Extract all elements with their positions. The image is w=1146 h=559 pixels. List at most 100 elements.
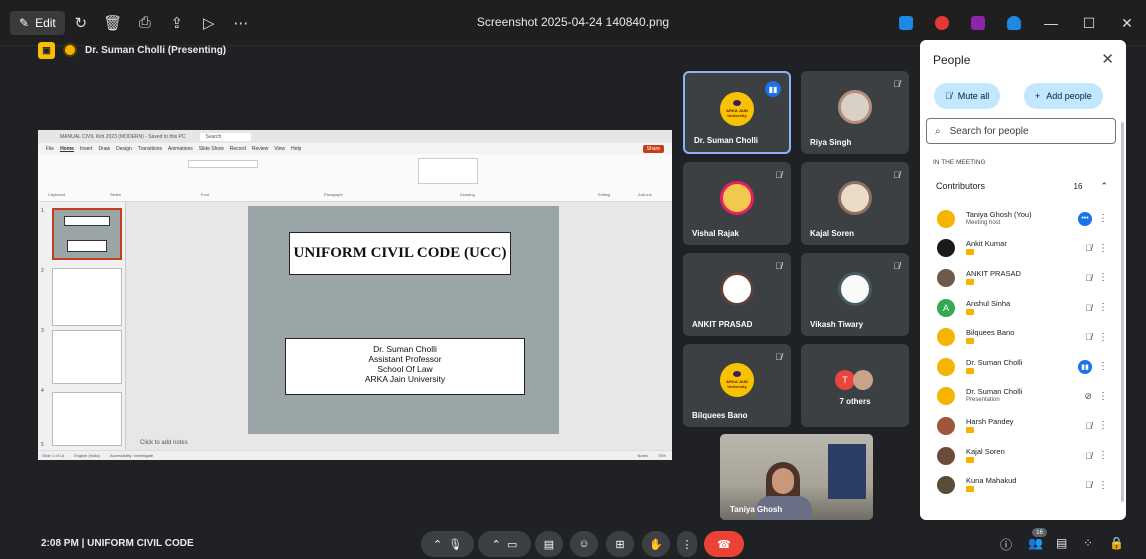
participant-name-block: ANKIT PRASAD: [966, 269, 1054, 287]
mic-off-icon[interactable]: 🎙̸: [1085, 303, 1092, 313]
participant-role: Meeting host: [966, 219, 1001, 226]
share-icon[interactable]: ⇪: [161, 9, 193, 37]
more-vert-icon[interactable]: ⋮: [1098, 332, 1108, 343]
close-icon[interactable]: ✕: [1101, 50, 1114, 68]
slide-line: School Of Law: [377, 364, 433, 374]
captions-button[interactable]: ▤: [535, 531, 563, 557]
app-icon-clipchamp[interactable]: [971, 16, 985, 30]
participant-tile[interactable]: 🎙̸ Kajal Soren: [801, 162, 909, 245]
participant-row[interactable]: Kajal Soren 🎙̸ ⋮: [926, 441, 1116, 471]
thumb-number: 3: [41, 328, 44, 334]
org-badge-icon: [966, 308, 974, 315]
participant-row[interactable]: A Anshul Sinha 🎙̸ ⋮: [926, 293, 1116, 323]
slideshow-icon[interactable]: ▷: [193, 9, 225, 37]
more-vert-icon[interactable]: ⋮: [1098, 213, 1108, 224]
participant-row[interactable]: Taniya Ghosh (You) Meeting host ••• ⋮: [926, 204, 1116, 234]
speaking-icon[interactable]: ▮▮: [1078, 359, 1092, 374]
participant-row[interactable]: Bilquees Bano 🎙̸ ⋮: [926, 322, 1116, 352]
camera-button[interactable]: ⌃ ▭: [478, 531, 531, 557]
org-badge-icon: [966, 456, 974, 463]
more-vert-icon[interactable]: ⋮: [1098, 480, 1108, 491]
mic-off-icon[interactable]: 🎙̸: [1085, 480, 1092, 490]
status-slide: Slide 1 of 14: [42, 453, 65, 458]
menu-record: Record: [229, 145, 246, 152]
mute-all-button[interactable]: 🎙̸ Mute all: [934, 83, 1001, 109]
others-tile[interactable]: T 7 others: [801, 344, 909, 427]
menu-transitions: Transitions: [137, 145, 163, 152]
end-call-button[interactable]: ☎: [704, 531, 744, 557]
participant-name: ANKIT PRASAD: [966, 268, 1021, 278]
group-label: Contributors: [936, 181, 986, 191]
more-vert-icon[interactable]: ⋮: [1098, 450, 1108, 461]
self-view[interactable]: Taniya Ghosh: [720, 434, 873, 520]
participant-tile[interactable]: 🎙̸ ARKA JAIN University Bilquees Bano: [683, 344, 791, 427]
more-vert-icon[interactable]: ⋮: [1098, 420, 1108, 431]
participant-tile[interactable]: 🎙̸ Riya Singh: [801, 71, 909, 154]
participant-name: Taniya Ghosh (You): [966, 209, 1032, 219]
edit-button[interactable]: ✎ Edit: [10, 10, 65, 35]
add-people-label: Add people: [1046, 91, 1092, 101]
mic-off-icon[interactable]: 🎙̸: [1085, 243, 1092, 253]
rotate-icon[interactable]: ↻: [65, 9, 97, 37]
scrollbar[interactable]: [1121, 122, 1124, 502]
participant-name-block: Ankit Kumar: [966, 239, 1054, 257]
delete-icon[interactable]: 🗑: [97, 9, 129, 37]
avatar: [838, 90, 872, 124]
participant-role: Presentation: [966, 397, 1000, 404]
chat-icon[interactable]: ▤: [1056, 536, 1067, 550]
people-icon[interactable]: 👥: [1028, 536, 1043, 550]
info-icon[interactable]: ⓘ: [1000, 536, 1012, 553]
more-dots-icon[interactable]: •••: [1078, 211, 1092, 226]
contributors-group[interactable]: Contributors 16 ⌃: [926, 175, 1116, 197]
more-vert-icon[interactable]: ⋮: [1098, 361, 1108, 372]
more-vert-icon[interactable]: ⋮: [1098, 302, 1108, 313]
participant-row[interactable]: Dr. Suman Cholli Presentation ⊘ ⋮: [926, 382, 1116, 412]
more-vert-icon[interactable]: ⋮: [1098, 391, 1108, 402]
present-screen-icon[interactable]: ▣: [38, 41, 55, 59]
participant-tile[interactable]: 🎙̸ ANKIT PRASAD: [683, 253, 791, 336]
ribbon-slides: Slides: [110, 192, 121, 197]
more-vert-icon[interactable]: ⋮: [1098, 272, 1108, 283]
participant-name: Kajal Soren: [966, 446, 1005, 456]
ribbon-drawing: Drawing: [460, 192, 475, 197]
participant-row[interactable]: ANKIT PRASAD 🎙̸ ⋮: [926, 263, 1116, 293]
participant-tile[interactable]: ▮▮ ARKA JAIN University Dr. Suman Cholli: [683, 71, 791, 154]
mic-button[interactable]: ⌃ 🎙: [421, 531, 474, 557]
app-icon-copilot[interactable]: [935, 16, 949, 30]
people-panel: People ✕ 🎙̸ Mute all + Add people ⌕ Sear…: [920, 40, 1126, 520]
emoji-button[interactable]: ☺: [570, 531, 598, 557]
host-controls-icon[interactable]: 🔒: [1109, 536, 1124, 550]
tile-name: Vikash Tiwary: [810, 320, 864, 329]
mic-off-icon[interactable]: 🎙̸: [1085, 273, 1092, 283]
print-icon[interactable]: ⎙: [129, 9, 161, 37]
present-button[interactable]: ⊞: [606, 531, 634, 557]
mic-off-icon[interactable]: 🎙̸: [1085, 421, 1092, 431]
slide-line: Assistant Professor: [368, 354, 442, 364]
raise-hand-button[interactable]: ✋: [642, 531, 670, 557]
people-search-input[interactable]: ⌕ Search for people: [926, 118, 1116, 144]
app-icon-photos[interactable]: [899, 16, 913, 30]
more-icon[interactable]: ⋯: [225, 9, 257, 37]
activities-icon[interactable]: ⁘: [1083, 536, 1093, 550]
status-accessibility: Accessibility: Investigate: [109, 453, 154, 458]
add-people-button[interactable]: + Add people: [1024, 83, 1103, 109]
participant-row[interactable]: Ankit Kumar 🎙̸ ⋮: [926, 234, 1116, 264]
participant-tile[interactable]: 🎙̸ Vishal Rajak: [683, 162, 791, 245]
people-list: Taniya Ghosh (You) Meeting host ••• ⋮ Ankit …: [926, 204, 1116, 500]
stop-presenting-icon[interactable]: ⊘: [1084, 391, 1092, 402]
participant-tile[interactable]: 🎙̸ Vikash Tiwary: [801, 253, 909, 336]
slide-title: UNIFORM CIVIL CODE (UCC): [289, 232, 511, 275]
cloud-icon[interactable]: [1007, 16, 1021, 30]
participant-row[interactable]: Kuna Mahakud 🎙̸ ⋮: [926, 470, 1116, 500]
speaking-icon: ▮▮: [765, 81, 781, 97]
mic-off-icon[interactable]: 🎙̸: [1085, 332, 1092, 342]
participant-row[interactable]: Harsh Pandey 🎙̸ ⋮: [926, 411, 1116, 441]
more-vert-icon[interactable]: ⋮: [1098, 243, 1108, 254]
participant-name-block: Dr. Suman Cholli Presentation: [966, 387, 1054, 405]
avatar: [937, 209, 955, 228]
participant-row[interactable]: Dr. Suman Cholli ▮▮ ⋮: [926, 352, 1116, 382]
powerpoint-titlebar: MANUAL CIVIL Kirti 2023 (MODERN) - Saved…: [38, 130, 672, 143]
more-options-button[interactable]: ⋮: [677, 531, 697, 557]
avatar: [937, 416, 955, 435]
mic-off-icon[interactable]: 🎙̸: [1085, 451, 1092, 461]
